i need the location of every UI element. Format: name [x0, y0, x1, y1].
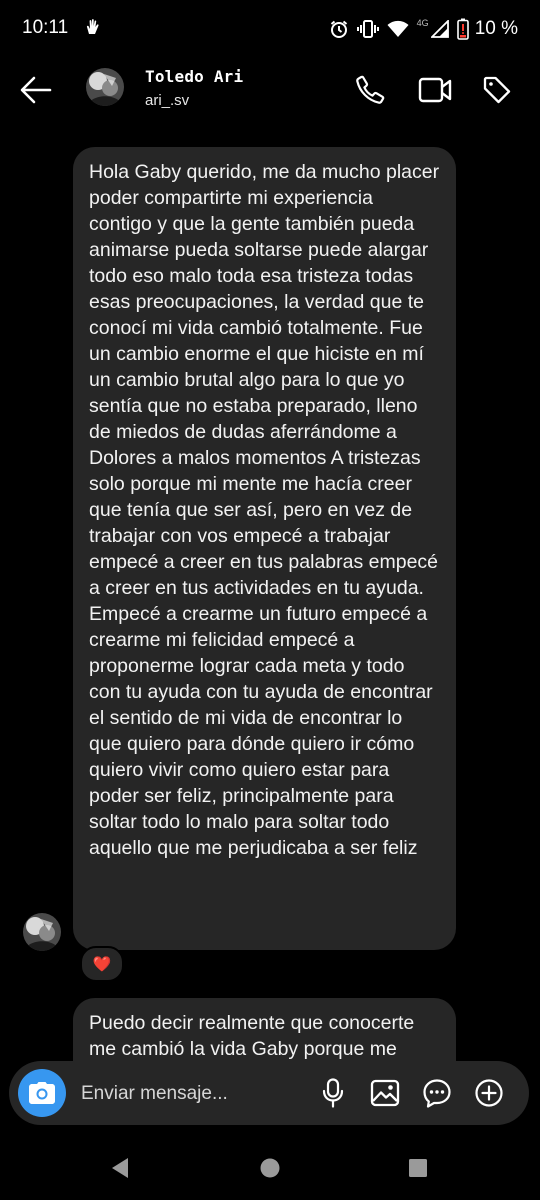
image-icon: [370, 1079, 400, 1107]
contact-username[interactable]: ari_.sv: [145, 92, 189, 109]
add-icon: [475, 1079, 503, 1107]
microphone-icon: [322, 1078, 344, 1108]
nav-home-icon: [260, 1158, 280, 1178]
heart-reaction-icon: ❤️: [92, 956, 112, 973]
alarm-icon: [329, 19, 349, 39]
battery-low-icon: [456, 18, 469, 40]
camera-button[interactable]: [18, 1069, 66, 1117]
vibrate-icon: [356, 19, 379, 39]
chat-header: Toledo Ari ari_.sv: [0, 58, 540, 124]
signal-icon: [430, 20, 449, 38]
status-icons: 4G 10 %: [329, 17, 518, 41]
video-call-button[interactable]: [415, 70, 455, 110]
add-button[interactable]: [470, 1074, 508, 1112]
gallery-button[interactable]: [366, 1074, 404, 1112]
network-type: 4G: [416, 18, 429, 28]
nav-back-button[interactable]: [102, 1153, 138, 1183]
battery-percentage: 10 %: [474, 18, 518, 39]
message-reaction[interactable]: ❤️: [80, 946, 124, 982]
sticker-icon: [423, 1079, 451, 1108]
status-time: 10:11: [22, 17, 69, 38]
status-bar: 10:11 4G 10 %: [0, 0, 540, 58]
nav-back-icon: [112, 1158, 128, 1178]
message-bubble[interactable]: Hola Gaby querido, me da mucho placer po…: [73, 147, 456, 950]
back-arrow-icon: [20, 76, 52, 104]
system-nav-bar: [0, 1135, 540, 1200]
nav-home-button[interactable]: [252, 1153, 288, 1183]
phone-icon: [356, 75, 385, 104]
contact-name[interactable]: Toledo Ari: [145, 67, 243, 86]
instagram-dm-screen: 10:11 4G 10 % Toledo Ari ari_.sv Hola Ga…: [0, 0, 540, 1200]
message-composer: [9, 1061, 529, 1125]
voice-message-button[interactable]: [314, 1074, 352, 1112]
sticker-button[interactable]: [418, 1074, 456, 1112]
voice-call-button[interactable]: [350, 70, 390, 110]
hand-notification-icon: [84, 18, 100, 41]
message-input[interactable]: [79, 1075, 313, 1113]
camera-icon: [29, 1082, 55, 1104]
sender-avatar[interactable]: [23, 913, 61, 951]
wifi-icon: [387, 20, 409, 38]
contact-avatar[interactable]: [86, 68, 124, 106]
message-text: Puedo decir realmente que conocerte me c…: [89, 1012, 415, 1060]
back-button[interactable]: [14, 70, 58, 110]
video-camera-icon: [418, 77, 452, 103]
message-text: Hola Gaby querido, me da mucho placer po…: [89, 161, 440, 859]
nav-recents-button[interactable]: [400, 1153, 436, 1183]
nav-recents-icon: [409, 1159, 427, 1177]
tag-button[interactable]: [477, 70, 517, 110]
tag-icon: [483, 76, 511, 104]
